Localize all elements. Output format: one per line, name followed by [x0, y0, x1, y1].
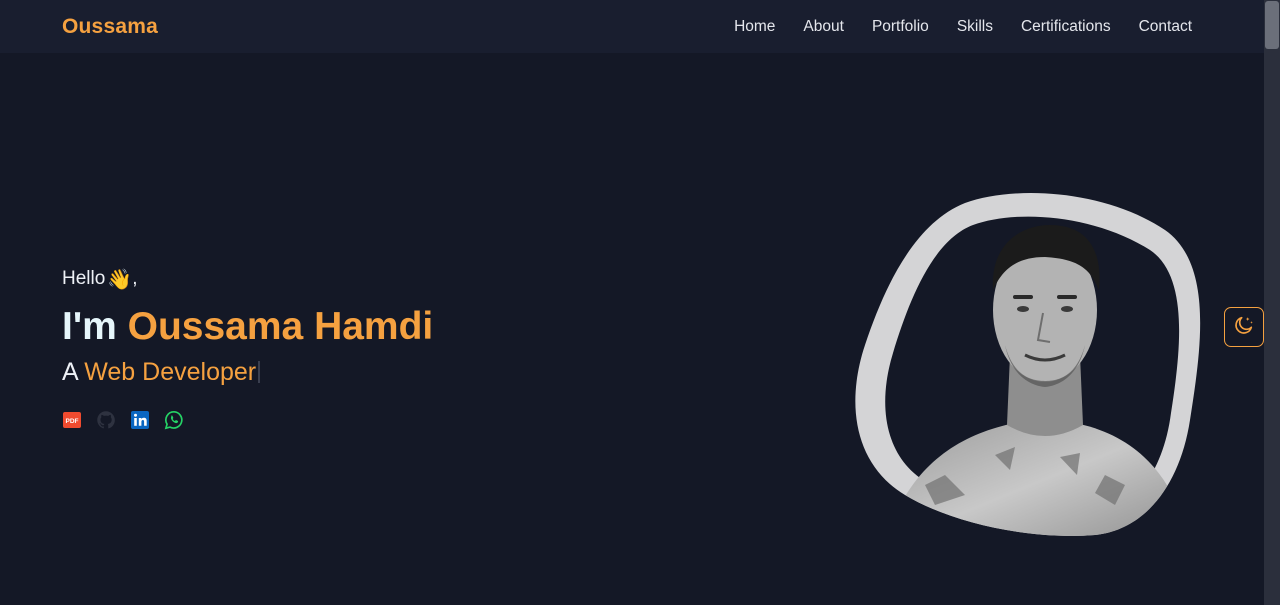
nav-link-skills[interactable]: Skills	[957, 18, 993, 36]
hero-im: I'm	[62, 305, 117, 348]
nav-link-certifications[interactable]: Certifications	[1021, 18, 1111, 36]
nav-link-home[interactable]: Home	[734, 18, 775, 36]
social-links: PDF	[62, 410, 433, 430]
brand-logo[interactable]: Oussama	[62, 15, 158, 39]
greeting-text: Hello	[62, 268, 106, 289]
theme-toggle-button[interactable]	[1224, 307, 1264, 347]
scrollbar-thumb[interactable]	[1265, 1, 1279, 49]
wave-icon: 👋	[107, 268, 133, 291]
role-prefix: A	[62, 358, 78, 386]
nav-link-portfolio[interactable]: Portfolio	[872, 18, 929, 36]
moon-stars-icon	[1233, 314, 1255, 341]
page: Oussama Home About Portfolio Skills Cert…	[0, 0, 1280, 605]
role-text: Web Developer	[84, 358, 257, 386]
svg-text:PDF: PDF	[66, 418, 79, 425]
nav-links: Home About Portfolio Skills Certificatio…	[734, 18, 1192, 36]
linkedin-icon[interactable]	[130, 410, 150, 430]
nav-link-about[interactable]: About	[803, 18, 844, 36]
profile-photo	[845, 185, 1210, 545]
greeting: Hello 👋 ,	[62, 264, 433, 294]
navbar: Oussama Home About Portfolio Skills Cert…	[0, 0, 1264, 53]
greeting-suffix: ,	[132, 268, 138, 289]
scrollbar-track[interactable]	[1264, 0, 1280, 605]
hero-name: Oussama Hamdi	[127, 305, 434, 348]
github-icon[interactable]	[96, 410, 116, 430]
hero-role: A Web Developer	[62, 356, 433, 388]
nav-link-contact[interactable]: Contact	[1139, 18, 1192, 36]
typing-cursor	[258, 361, 261, 383]
pdf-icon[interactable]: PDF	[62, 410, 82, 430]
hero-title: I'm Oussama Hamdi	[62, 304, 433, 350]
whatsapp-icon[interactable]	[164, 410, 184, 430]
hero-intro: Hello 👋 , I'm Oussama Hamdi A Web Develo…	[62, 264, 433, 430]
